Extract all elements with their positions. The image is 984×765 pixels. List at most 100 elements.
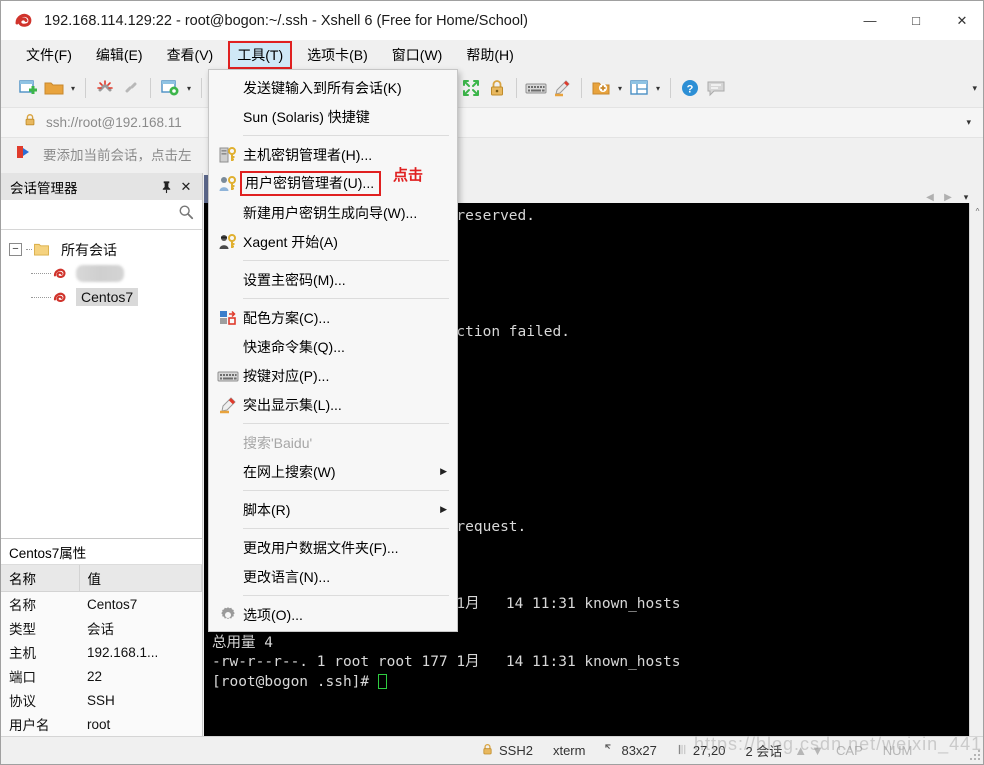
menu-file[interactable]: 文件(F)	[17, 41, 81, 69]
menu-item-xagent-start[interactable]: Xagent 开始(A)	[209, 227, 457, 256]
menu-item-change-language[interactable]: 更改语言(N)...	[209, 562, 457, 591]
menu-item-options[interactable]: 选项(O)...	[209, 600, 457, 629]
address-caret-icon[interactable]: ▾	[966, 117, 971, 128]
menu-help[interactable]: 帮助(H)	[457, 41, 522, 69]
table-row[interactable]: 协议 SSH	[1, 688, 202, 712]
menu-item-change-user-data-folder[interactable]: 更改用户数据文件夹(F)...	[209, 533, 457, 562]
chat-icon[interactable]	[703, 75, 729, 101]
menu-separator	[243, 423, 449, 424]
new-session-icon[interactable]	[15, 75, 41, 101]
menu-item-label: 更改语言(N)...	[241, 567, 330, 587]
session-search-input[interactable]	[1, 200, 202, 230]
add-to-folder-caret-icon[interactable]: ▾	[614, 75, 626, 101]
scroll-up-arrow-icon[interactable]: ^	[970, 203, 984, 219]
menu-item-send-key-input-all-sessions[interactable]: 发送键输入到所有会话(K)	[209, 73, 457, 102]
title-bar: 192.168.114.129:22 - root@bogon:~/.ssh -…	[1, 1, 984, 40]
session-manager-close-icon[interactable]: ✕	[176, 177, 196, 197]
keyboard-icon[interactable]	[523, 75, 549, 101]
search-icon[interactable]	[178, 204, 194, 225]
status-size-label: 83x27	[621, 743, 656, 758]
menu-item-label: 按键对应(P)...	[241, 366, 329, 386]
menu-edit[interactable]: 编辑(E)	[87, 41, 152, 69]
menu-separator	[243, 298, 449, 299]
tab-next-icon[interactable]: ▶	[939, 192, 957, 203]
menu-item-script[interactable]: 脚本(R) ▶	[209, 495, 457, 524]
table-row[interactable]: 主机 192.168.1...	[1, 640, 202, 664]
property-key: 用户名	[1, 712, 79, 736]
blank-icon	[215, 202, 241, 224]
reconnect-icon[interactable]	[118, 75, 144, 101]
layout-caret-icon[interactable]: ▾	[652, 75, 664, 101]
menu-item-key-mapping[interactable]: 按键对应(P)...	[209, 361, 457, 390]
menu-separator	[243, 260, 449, 261]
address-input[interactable]: ssh://root@192.168.11	[46, 115, 182, 130]
menu-item-highlight-set[interactable]: 突出显示集(L)...	[209, 390, 457, 419]
click-annotation: 点击	[393, 164, 423, 185]
menu-item-sun-solaris-shortcut[interactable]: Sun (Solaris) 快捷键	[209, 102, 457, 131]
resize-grip-icon[interactable]	[969, 749, 982, 762]
table-row[interactable]: 端口 22	[1, 664, 202, 688]
open-folder-caret-icon[interactable]: ▾	[67, 75, 79, 101]
help-icon[interactable]: ?	[677, 75, 703, 101]
status-protocol-label: SSH2	[499, 743, 533, 758]
blank-icon	[215, 269, 241, 291]
menu-item-color-scheme[interactable]: 配色方案(C)...	[209, 303, 457, 332]
status-terminal-type: xterm	[543, 737, 596, 765]
minimize-button[interactable]: —	[847, 1, 893, 40]
property-value: Centos7	[79, 592, 202, 617]
menu-item-label: 设置主密码(M)...	[241, 270, 346, 290]
menu-item-label: 更改用户数据文件夹(F)...	[241, 538, 399, 558]
menu-window[interactable]: 窗口(W)	[383, 41, 452, 69]
disconnect-icon[interactable]	[92, 75, 118, 101]
ssh-lock-icon	[481, 743, 494, 759]
session-item-blurred[interactable]	[9, 261, 202, 285]
gear-icon	[215, 604, 241, 626]
status-up-arrow-icon[interactable]: ▲	[792, 737, 809, 765]
open-folder-icon[interactable]	[41, 75, 67, 101]
property-value: 22	[79, 664, 202, 688]
terminal-scrollbar[interactable]: ^	[969, 203, 984, 737]
address-lock-icon	[23, 113, 37, 132]
add-to-folder-icon[interactable]	[588, 75, 614, 101]
session-properties-icon[interactable]	[157, 75, 183, 101]
tab-list-caret-icon[interactable]: ▾	[957, 192, 975, 203]
xagent-icon	[215, 231, 241, 253]
menu-tabs[interactable]: 选项卡(B)	[298, 41, 377, 69]
tree-root-all-sessions[interactable]: − 所有会话	[9, 238, 202, 261]
table-row[interactable]: 用户名 root	[1, 712, 202, 736]
pin-icon[interactable]	[156, 177, 176, 197]
tab-prev-icon[interactable]: ◀	[921, 192, 939, 203]
menu-item-set-master-password[interactable]: 设置主密码(M)...	[209, 265, 457, 294]
layout-icon[interactable]	[626, 75, 652, 101]
menu-item-search-on-web[interactable]: 在网上搜索(W) ▶	[209, 457, 457, 486]
status-cursor-position: 27,20	[667, 737, 736, 765]
submenu-arrow-icon: ▶	[440, 504, 447, 515]
status-protocol: SSH2	[471, 737, 543, 765]
table-row[interactable]: 类型 会话	[1, 616, 202, 640]
status-cursor-label: 27,20	[693, 743, 726, 758]
menu-item-new-user-key-wizard[interactable]: 新建用户密钥生成向导(W)...	[209, 198, 457, 227]
status-bar: SSH2 xterm 83x27 27,20 2 会话 ▲ ▼ CAP	[1, 736, 984, 764]
session-properties-caret-icon[interactable]: ▾	[183, 75, 195, 101]
highlight-icon[interactable]	[549, 75, 575, 101]
properties-header-value: 值	[79, 565, 202, 592]
fullscreen-icon[interactable]	[458, 75, 484, 101]
status-down-arrow-icon[interactable]: ▼	[809, 737, 826, 765]
menu-tools[interactable]: 工具(T)	[228, 41, 292, 69]
table-row[interactable]: 名称 Centos7	[1, 592, 202, 617]
menu-item-quick-command-set[interactable]: 快速命令集(Q)...	[209, 332, 457, 361]
address-bar[interactable]: ssh://root@192.168.11 ▾	[1, 107, 984, 138]
lock-icon[interactable]	[484, 75, 510, 101]
menu-view[interactable]: 查看(V)	[158, 41, 223, 69]
toolbar-overflow-caret[interactable]: ▾	[972, 83, 977, 94]
window-title: 192.168.114.129:22 - root@bogon:~/.ssh -…	[44, 13, 528, 29]
session-item-centos7[interactable]: Centos7	[9, 285, 202, 309]
toolbar-separator-6	[670, 78, 671, 98]
blank-icon	[215, 432, 241, 454]
session-tree: − 所有会话	[1, 230, 202, 309]
terminal-line: -rw-r--r--. 1 root root 177 1月 14 11:31 …	[212, 653, 984, 672]
close-button[interactable]: ✕	[939, 1, 984, 40]
maximize-button[interactable]: □	[893, 1, 939, 40]
tree-toggle-icon[interactable]: −	[9, 243, 22, 256]
tree-root-label: 所有会话	[56, 239, 122, 261]
